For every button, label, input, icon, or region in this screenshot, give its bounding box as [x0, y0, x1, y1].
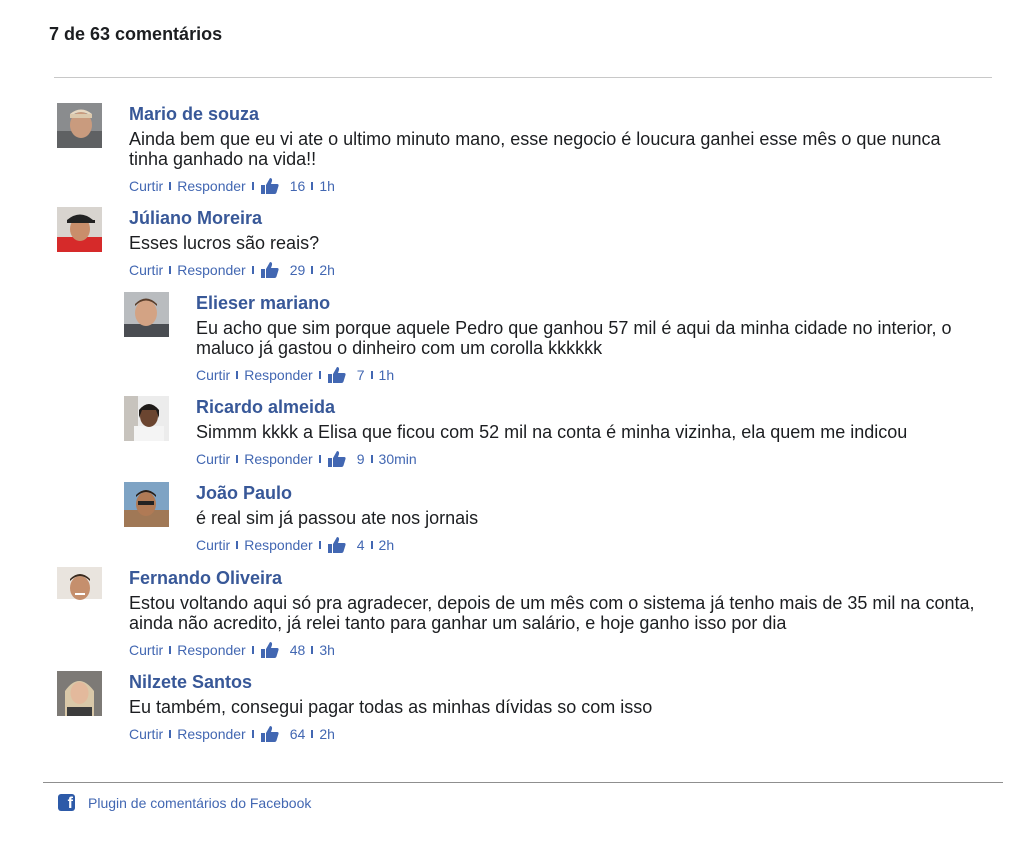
like-count: 7	[356, 367, 365, 383]
separator	[236, 371, 239, 379]
timestamp[interactable]: 1h	[319, 178, 335, 194]
comment-body: Elieser mariano Eu acho que sim porque a…	[196, 292, 986, 384]
top-divider	[54, 77, 992, 78]
comment-text: Eu acho que sim porque aquele Pedro que …	[196, 318, 952, 358]
comment-body: Júliano Moreira Esses lucros são reais? …	[129, 207, 949, 279]
like-button[interactable]: Curtir	[196, 537, 230, 553]
reply-button[interactable]: Responder	[244, 537, 313, 553]
avatar[interactable]	[124, 292, 169, 337]
facebook-icon: f	[58, 794, 75, 812]
separator	[251, 730, 254, 738]
comment-text: Esses lucros são reais?	[129, 233, 320, 253]
facebook-plugin-link[interactable]: Plugin de comentários do Facebook	[88, 795, 311, 811]
avatar[interactable]	[124, 396, 169, 441]
timestamp[interactable]: 2h	[319, 726, 335, 742]
like-button[interactable]: Curtir	[196, 451, 230, 467]
comment-author[interactable]: João Paulo	[196, 482, 986, 504]
thumbs-up-icon	[327, 367, 346, 383]
comment-actions: Curtir Responder 48 3h	[129, 641, 984, 659]
avatar[interactable]	[57, 671, 102, 716]
reply-button[interactable]: Responder	[244, 451, 313, 467]
like-count: 29	[289, 262, 306, 278]
footer: f Plugin de comentários do Facebook	[58, 794, 311, 812]
avatar[interactable]	[57, 103, 102, 148]
separator	[318, 371, 321, 379]
reply-button[interactable]: Responder	[177, 262, 246, 278]
timestamp[interactable]: 1h	[379, 367, 395, 383]
separator	[236, 455, 239, 463]
comment-body: João Paulo é real sim já passou ate nos …	[196, 482, 986, 554]
comment-body: Mario de souza Ainda bem que eu vi ate o…	[129, 103, 949, 195]
comment-actions: Curtir Responder 7 1h	[196, 366, 986, 384]
like-button[interactable]: Curtir	[129, 178, 163, 194]
timestamp[interactable]: 3h	[319, 642, 335, 658]
thumbs-up-icon	[260, 642, 279, 658]
comment-author[interactable]: Júliano Moreira	[129, 207, 949, 229]
comment-body: Fernando Oliveira Estou voltando aqui só…	[129, 567, 984, 659]
reply-button[interactable]: Responder	[177, 178, 246, 194]
separator	[311, 266, 314, 274]
comment-author[interactable]: Elieser mariano	[196, 292, 986, 314]
comment-actions: Curtir Responder 29 2h	[129, 261, 949, 279]
comment-body: Nilzete Santos Eu também, consegui pagar…	[129, 671, 949, 743]
comment-author[interactable]: Nilzete Santos	[129, 671, 949, 693]
separator	[311, 730, 314, 738]
separator	[251, 266, 254, 274]
avatar[interactable]	[57, 207, 102, 252]
comment-actions: Curtir Responder 64 2h	[129, 725, 949, 743]
separator	[311, 182, 314, 190]
comment-text: Estou voltando aqui só pra agradecer, de…	[129, 593, 975, 633]
comments-plugin: 7 de 63 comentários Mario de souza Ainda…	[0, 0, 1024, 847]
like-count: 4	[356, 537, 365, 553]
like-button[interactable]: Curtir	[129, 726, 163, 742]
like-button[interactable]: Curtir	[129, 262, 163, 278]
separator	[169, 266, 172, 274]
separator	[251, 646, 254, 654]
reply-button[interactable]: Responder	[177, 726, 246, 742]
comment-actions: Curtir Responder 9 30min	[196, 450, 1024, 468]
like-count: 48	[289, 642, 306, 658]
reply-button[interactable]: Responder	[177, 642, 246, 658]
separator	[311, 646, 314, 654]
timestamp[interactable]: 30min	[379, 451, 417, 467]
timestamp[interactable]: 2h	[319, 262, 335, 278]
thumbs-up-icon	[260, 262, 279, 278]
comment-text: Eu também, consegui pagar todas as minha…	[129, 697, 653, 717]
bottom-divider	[43, 782, 1003, 783]
separator	[370, 371, 373, 379]
separator	[370, 541, 373, 549]
separator	[169, 182, 172, 190]
thumbs-up-icon	[327, 537, 346, 553]
comment-author[interactable]: Fernando Oliveira	[129, 567, 984, 589]
comment-body: Ricardo almeida Simmm kkkk a Elisa que f…	[196, 396, 1024, 468]
reply-button[interactable]: Responder	[244, 367, 313, 383]
comment-text: Simmm kkkk a Elisa que ficou com 52 mil …	[196, 422, 908, 442]
avatar[interactable]	[124, 482, 169, 527]
separator	[370, 455, 373, 463]
separator	[236, 541, 239, 549]
comment-text: é real sim já passou ate nos jornais	[196, 508, 479, 528]
comment-text: Ainda bem que eu vi ate o ultimo minuto …	[129, 129, 941, 169]
like-count: 16	[289, 178, 306, 194]
separator	[318, 455, 321, 463]
comment-count-title: 7 de 63 comentários	[49, 24, 223, 44]
comment-author[interactable]: Ricardo almeida	[196, 396, 1024, 418]
separator	[251, 182, 254, 190]
comment-actions: Curtir Responder 16 1h	[129, 177, 949, 195]
like-count: 9	[356, 451, 365, 467]
thumbs-up-icon	[260, 178, 279, 194]
avatar[interactable]	[57, 567, 102, 612]
comment-actions: Curtir Responder 4 2h	[196, 536, 986, 554]
separator	[169, 730, 172, 738]
thumbs-up-icon	[260, 726, 279, 742]
comment-author[interactable]: Mario de souza	[129, 103, 949, 125]
timestamp[interactable]: 2h	[379, 537, 395, 553]
like-button[interactable]: Curtir	[196, 367, 230, 383]
separator	[318, 541, 321, 549]
like-count: 64	[289, 726, 306, 742]
separator	[169, 646, 172, 654]
like-button[interactable]: Curtir	[129, 642, 163, 658]
thumbs-up-icon	[327, 451, 346, 467]
